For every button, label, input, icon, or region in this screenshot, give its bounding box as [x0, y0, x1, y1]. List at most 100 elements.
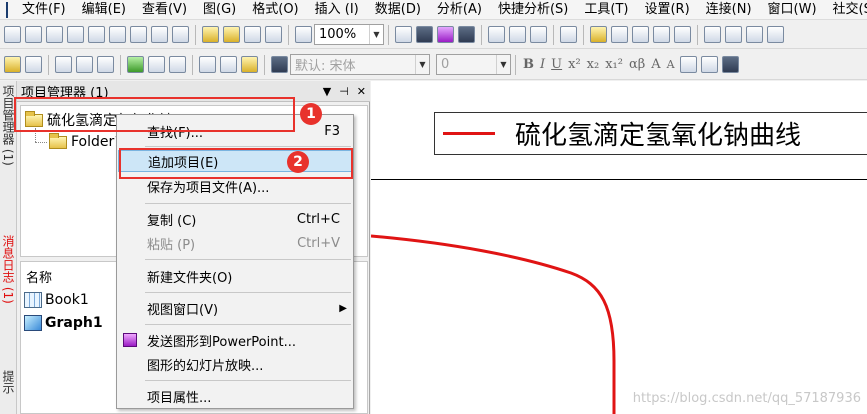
menu-item-paste[interactable]: 粘贴 (P) Ctrl+V	[118, 232, 352, 254]
sum-icon[interactable]	[725, 26, 742, 43]
project-explorer-icon[interactable]	[560, 26, 577, 43]
dropdown-icon[interactable]: ▼	[323, 85, 331, 98]
slideshow-icon[interactable]	[458, 26, 475, 43]
split-icon[interactable]	[76, 56, 93, 73]
menu-data[interactable]: 数据(D)	[367, 0, 429, 20]
new-notes-icon[interactable]	[151, 26, 168, 43]
menu-tools[interactable]: 工具(T)	[576, 0, 636, 20]
watermark: https://blog.csdn.net/qq_57187936	[632, 391, 861, 406]
copy-icon[interactable]	[220, 56, 237, 73]
font-type-icon[interactable]	[271, 56, 288, 73]
menu-edit[interactable]: 编辑(E)	[74, 0, 134, 20]
menu-connect[interactable]: 连接(N)	[698, 0, 760, 20]
tools-icon[interactable]	[767, 26, 784, 43]
open-template-icon[interactable]	[223, 26, 240, 43]
menu-graph[interactable]: 图(G)	[195, 0, 244, 20]
menu-quick-analysis[interactable]: 快捷分析(S)	[490, 0, 576, 20]
italic-button[interactable]: I	[537, 57, 548, 72]
new-excel-icon[interactable]	[172, 26, 189, 43]
rescale-icon[interactable]	[148, 56, 165, 73]
menu-settings[interactable]: 设置(R)	[636, 0, 697, 20]
panel-controls: ▼ ⊣ ✕	[323, 81, 366, 102]
menu-format[interactable]: 格式(O)	[244, 0, 306, 20]
save-project-icon[interactable]	[244, 26, 261, 43]
edit-icon[interactable]	[653, 26, 670, 43]
pin-icon[interactable]: ⊣	[339, 85, 349, 98]
list-item[interactable]: Book1	[24, 290, 89, 310]
tree-item-folder1[interactable]: Folder1	[49, 132, 123, 152]
close-icon[interactable]: ✕	[357, 85, 366, 98]
new-project-icon[interactable]	[4, 26, 21, 43]
font-color-icon[interactable]	[721, 56, 739, 73]
supersubscript-button[interactable]: x₁²	[602, 57, 626, 72]
list-item[interactable]: Graph1	[24, 313, 103, 333]
worksheet-icon[interactable]	[25, 56, 42, 73]
chevron-down-icon[interactable]: ▼	[496, 55, 510, 74]
data-table-icon[interactable]	[632, 26, 649, 43]
app-icon[interactable]	[6, 1, 8, 18]
merge-icon[interactable]	[55, 56, 72, 73]
paste-icon[interactable]	[241, 56, 258, 73]
chevron-down-icon[interactable]: ▼	[415, 55, 429, 74]
code-builder-icon[interactable]	[488, 26, 505, 43]
new-function-icon[interactable]	[109, 26, 126, 43]
font-combo[interactable]: 默认: 宋体 ▼	[290, 54, 430, 75]
increase-font-button[interactable]: A	[648, 57, 663, 72]
new-folder-icon[interactable]	[25, 26, 42, 43]
open-icon[interactable]	[202, 26, 219, 43]
recalculate-icon[interactable]	[295, 26, 312, 43]
decrease-font-button[interactable]: A	[664, 58, 678, 71]
menu-item-new-folder[interactable]: 新建文件夹(O)	[118, 265, 352, 287]
layer-icon[interactable]	[97, 56, 114, 73]
menu-insert[interactable]: 插入 (I)	[307, 0, 367, 20]
align-icon[interactable]	[679, 56, 697, 73]
new-matrix-icon[interactable]	[88, 26, 105, 43]
chevron-down-icon[interactable]: ▼	[369, 25, 383, 44]
subscript-button[interactable]: x₂	[584, 57, 603, 72]
sort-icon[interactable]	[746, 26, 763, 43]
refresh-icon[interactable]	[674, 26, 691, 43]
line-style-icon[interactable]	[700, 56, 718, 73]
menu-analysis[interactable]: 分析(A)	[429, 0, 490, 20]
annotation-badge-1: 1	[300, 103, 322, 125]
export-icon[interactable]	[416, 26, 433, 43]
arrange-icon[interactable]	[169, 56, 186, 73]
menu-social[interactable]: 社交(S	[825, 0, 867, 20]
menu-item-copy[interactable]: 复制 (C) Ctrl+C	[118, 208, 352, 230]
menu-item-project-properties[interactable]: 项目属性...	[118, 385, 352, 407]
find-icon[interactable]	[590, 26, 607, 43]
menu-separator	[145, 380, 351, 381]
graph-window[interactable]: 硫化氢滴定氢氧化钠曲线 https://blog.csdn.net/qq_571…	[371, 81, 867, 414]
superscript-button[interactable]: x²	[565, 57, 584, 72]
format-toolbar: 默认: 宋体 ▼ 0 ▼ B I U x² x₂ x₁² αβ A A	[0, 50, 867, 80]
results-log-icon[interactable]	[509, 26, 526, 43]
bold-button[interactable]: B	[520, 57, 537, 72]
zoom-icon[interactable]	[611, 26, 628, 43]
underline-button[interactable]: U	[548, 57, 565, 72]
menu-view[interactable]: 查看(V)	[134, 0, 195, 20]
zoom-combo[interactable]: 100% ▼	[314, 24, 384, 45]
menu-file[interactable]: 文件(F)	[14, 0, 74, 20]
menu-item-send-to-powerpoint[interactable]: 发送图形到PowerPoint...	[118, 329, 352, 351]
save-template-icon[interactable]	[265, 26, 282, 43]
legend[interactable]: 硫化氢滴定氢氧化钠曲线	[434, 112, 867, 155]
menu-item-view-windows[interactable]: 视图窗口(V) ▶	[118, 297, 352, 319]
greek-button[interactable]: αβ	[626, 57, 648, 72]
column-header-name[interactable]: 名称	[26, 267, 52, 286]
new-workbook-icon[interactable]	[46, 26, 63, 43]
tab-message-log[interactable]: 消息日志 (1)	[0, 231, 17, 341]
print-icon[interactable]	[395, 26, 412, 43]
command-window-icon[interactable]	[530, 26, 547, 43]
menu-item-slideshow[interactable]: 图形的幻灯片放映...	[118, 353, 352, 375]
send-to-powerpoint-icon[interactable]	[437, 26, 454, 43]
new-graph-icon[interactable]	[67, 26, 84, 43]
font-size-combo[interactable]: 0 ▼	[436, 54, 511, 75]
style-icon[interactable]	[4, 56, 21, 73]
cut-icon[interactable]	[199, 56, 216, 73]
menu-window[interactable]: 窗口(W)	[760, 0, 825, 20]
add-plot-icon[interactable]	[127, 56, 144, 73]
new-layout-icon[interactable]	[130, 26, 147, 43]
list-item-label: Book1	[45, 292, 89, 308]
add-layer-icon[interactable]	[704, 26, 721, 43]
tab-hints[interactable]: 提示	[0, 366, 17, 414]
